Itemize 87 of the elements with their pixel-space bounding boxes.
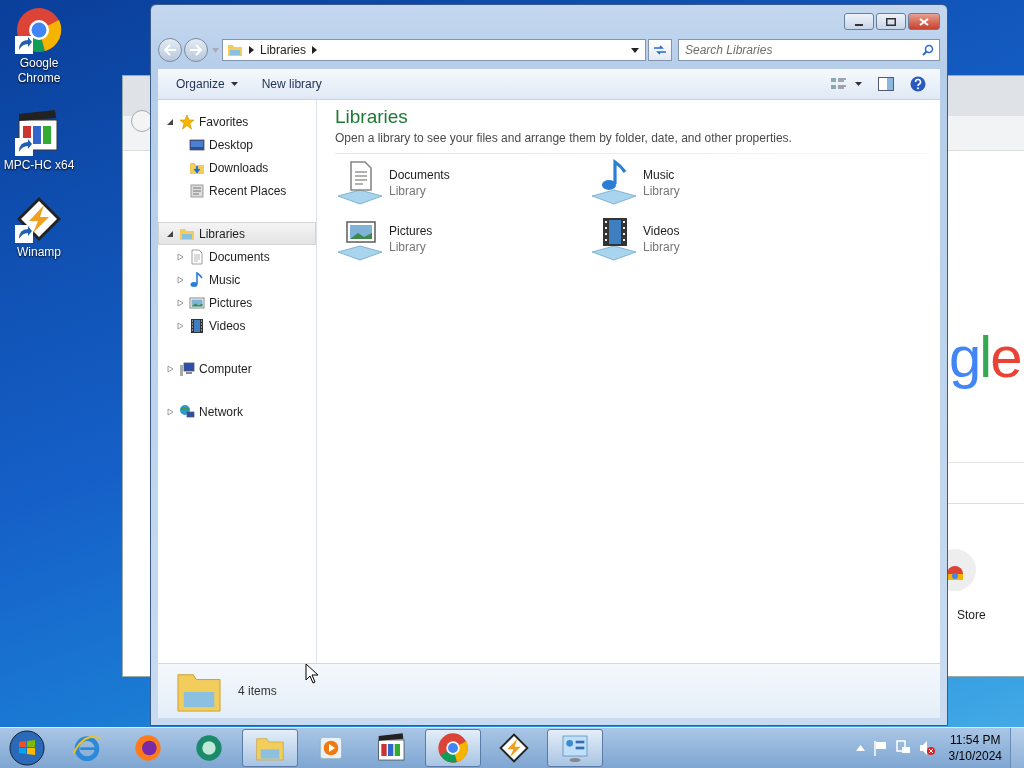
expand-arrow-icon [177, 298, 184, 307]
nav-item[interactable]: Computer [158, 357, 316, 380]
maximize-button[interactable] [876, 13, 906, 30]
clock[interactable]: 11:54 PM 3/10/2024 [948, 732, 1002, 764]
search-icon [922, 44, 934, 56]
address-bar[interactable]: Libraries [222, 39, 646, 61]
ring-logo-icon [15, 6, 63, 54]
expand-arrow-icon [177, 252, 184, 261]
close-icon [919, 17, 929, 26]
library-name[interactable]: Music [643, 168, 680, 182]
help-icon [910, 76, 926, 92]
computer-icon [179, 360, 195, 377]
fox-globe-icon [132, 732, 164, 764]
expand-arrow-icon [177, 321, 184, 330]
dropdown-arrow-icon [631, 47, 639, 53]
monitor-icon [189, 136, 205, 153]
expand-arrow-icon [167, 407, 174, 416]
muted-speaker-icon [918, 740, 935, 756]
nav-item[interactable]: Network [158, 400, 316, 423]
back-arrow-icon [163, 44, 177, 56]
breadcrumb-arrow-icon [312, 46, 318, 54]
flag-icon [872, 740, 887, 756]
refresh-icon [653, 44, 667, 56]
toolbar-button[interactable]: Organize [166, 73, 248, 95]
nav-item[interactable]: Documents [158, 245, 316, 268]
show-desktop-button[interactable] [1010, 728, 1024, 768]
star-icon [179, 113, 195, 130]
library-type: Library [643, 184, 680, 198]
expand-arrow-icon [177, 275, 184, 284]
minimize-icon [855, 23, 863, 26]
circle-logo-icon [193, 732, 225, 764]
nav-item[interactable]: Recent Places [158, 179, 316, 202]
recent-places-icon [189, 182, 205, 199]
library-name[interactable]: Videos [643, 224, 680, 238]
lightning-icon [498, 732, 530, 764]
globe-icon [179, 403, 195, 420]
caret-icon [230, 82, 238, 86]
expand-arrow-icon [167, 364, 174, 373]
details-view-icon [831, 77, 847, 91]
forward-arrow-icon [189, 44, 203, 56]
ring-logo-icon [437, 732, 469, 764]
refresh-button[interactable] [648, 39, 672, 61]
library-type: Library [389, 240, 427, 254]
nav-item[interactable]: Music [158, 268, 316, 291]
caret-icon [855, 82, 862, 86]
nav-item[interactable]: Downloads [158, 156, 316, 179]
library-type: Library [643, 240, 680, 254]
document-icon [189, 248, 205, 265]
close-button[interactable] [908, 13, 940, 30]
breadcrumb[interactable]: Libraries [260, 43, 307, 57]
search-field[interactable]: Search Libraries [678, 39, 940, 61]
up-arrow-icon [855, 745, 865, 751]
library-name[interactable]: Documents [389, 168, 450, 182]
control-panel-icon [559, 732, 591, 764]
minimize-button[interactable] [844, 13, 874, 30]
music-note-icon [589, 158, 639, 206]
breadcrumb-arrow-icon [249, 46, 254, 54]
toolbar-button[interactable]: New library [251, 73, 332, 95]
library-name[interactable]: Pictures [389, 224, 433, 238]
item-count: 4 items [238, 684, 277, 698]
shortcut-label[interactable]: Google Chrome [17, 56, 61, 86]
library-folder-icon [227, 42, 243, 58]
description-text: Open a library to see your files and arrange them by folder, date, and other properties. [335, 131, 793, 145]
nav-item[interactable]: Desktop [158, 133, 316, 156]
network-icon [894, 740, 911, 756]
collapse-arrow-icon [167, 229, 174, 238]
nav-item[interactable]: Favorites [158, 110, 316, 133]
back-button[interactable] [158, 38, 182, 62]
collapse-arrow-icon [167, 117, 174, 126]
nav-item[interactable]: Libraries [158, 222, 316, 245]
forward-button[interactable] [184, 38, 208, 62]
nav-item[interactable]: Pictures [158, 291, 316, 314]
shortcut-label[interactable]: Winamp [17, 245, 61, 260]
lightning-icon [15, 195, 63, 243]
dropdown-arrow-icon [211, 47, 219, 53]
document-icon [335, 158, 385, 206]
clapperboard-icon [376, 732, 408, 764]
nav-item[interactable]: Videos [158, 314, 316, 337]
shortcut-label[interactable]: Store [957, 608, 986, 622]
film-icon [189, 317, 205, 334]
music-note-icon [189, 271, 205, 288]
maximize-icon [886, 17, 896, 26]
shortcut-label[interactable]: MPC-HC x64 [3, 158, 75, 173]
page-title: Libraries [335, 106, 409, 128]
pane-icon [878, 77, 894, 91]
picture-icon [189, 294, 205, 311]
library-type: Library [389, 184, 427, 198]
